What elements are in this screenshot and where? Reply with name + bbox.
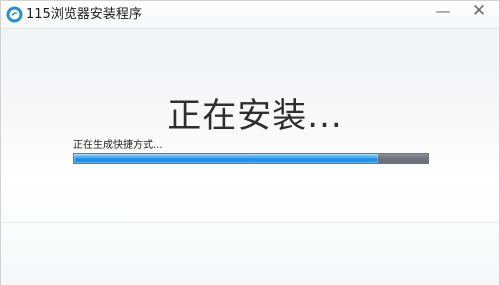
minimize-button[interactable]: — bbox=[427, 1, 459, 21]
window-title: 115浏览器安装程序 bbox=[26, 7, 142, 22]
window-controls: — ✕ bbox=[427, 1, 499, 29]
installer-content: 正在安装... 正在生成快捷方式... bbox=[1, 29, 499, 285]
footer-divider bbox=[1, 222, 499, 223]
install-progress-fill bbox=[74, 154, 379, 163]
installer-window: 115浏览器安装程序 — ✕ 正在安装... 正在生成快捷方式... bbox=[0, 0, 500, 285]
title-bar[interactable]: 115浏览器安装程序 — ✕ bbox=[1, 1, 499, 29]
browser-logo-icon bbox=[6, 6, 23, 23]
install-progress-bar bbox=[73, 153, 429, 164]
installing-heading: 正在安装... bbox=[167, 96, 343, 136]
close-button[interactable]: ✕ bbox=[459, 1, 499, 21]
install-status-text: 正在生成快捷方式... bbox=[73, 140, 163, 151]
